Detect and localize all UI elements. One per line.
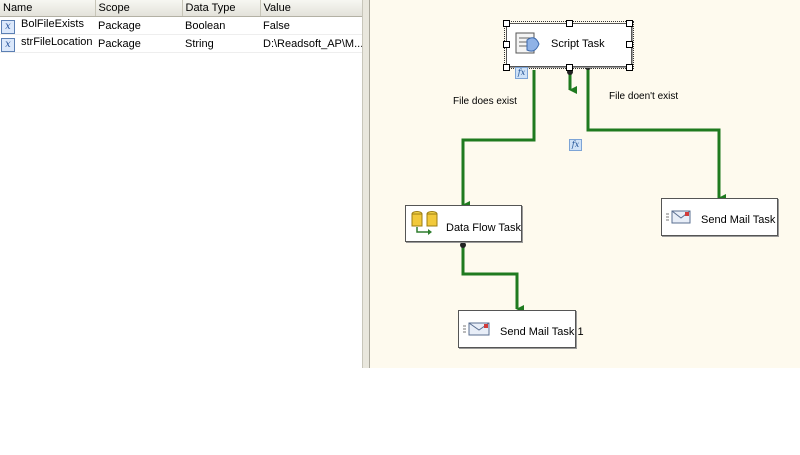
selection-handle[interactable]: [566, 64, 573, 71]
script-icon: [515, 32, 540, 54]
data-flow-icon: [411, 211, 438, 235]
variables-panel: Name Scope Data Type Value x BolFileExist…: [0, 0, 363, 368]
variables-header-row: Name Scope Data Type Value: [0, 0, 363, 17]
mail-icon: [666, 210, 691, 224]
variable-name-cell[interactable]: x strFileLocation: [0, 34, 95, 53]
variable-name: strFileLocation: [21, 35, 93, 48]
variable-data-type[interactable]: String: [182, 34, 260, 53]
table-row[interactable]: x BolFileExists Package Boolean False: [0, 16, 362, 35]
send-mail-task-1[interactable]: Send Mail Task 1: [458, 310, 584, 348]
connector-file-not-exists[interactable]: [585, 64, 726, 202]
variable-data-type[interactable]: Boolean: [182, 16, 260, 35]
selection-handle[interactable]: [566, 20, 573, 27]
connector-file-exists[interactable]: [461, 70, 536, 209]
data-flow-task-label: Data Flow Task: [446, 222, 521, 234]
expression-fx-icon[interactable]: fx: [569, 139, 582, 151]
send-mail-task[interactable]: Send Mail Task: [661, 198, 778, 236]
variable-value[interactable]: False: [260, 16, 362, 35]
variable-x-icon: x: [1, 19, 15, 34]
script-task-label: Script Task: [551, 38, 605, 50]
selection-handle[interactable]: [503, 64, 510, 71]
selection-handle[interactable]: [626, 64, 633, 71]
column-header-scope[interactable]: Scope: [95, 0, 183, 17]
column-header-data-type[interactable]: Data Type: [182, 0, 261, 17]
send-mail-task-1-label: Send Mail Task 1: [500, 326, 584, 338]
variable-scope[interactable]: Package: [95, 34, 182, 53]
connector-dataflow-to-sendmail1[interactable]: [460, 242, 524, 313]
variable-name-cell[interactable]: x BolFileExists: [0, 16, 95, 35]
data-flow-task[interactable]: Data Flow Task: [405, 205, 522, 242]
variable-value[interactable]: D:\Readsoft_AP\M...: [260, 34, 362, 53]
column-header-value[interactable]: Value: [260, 0, 363, 17]
selection-handle[interactable]: [503, 20, 510, 27]
variable-scope[interactable]: Package: [95, 16, 182, 35]
table-row[interactable]: x strFileLocation Package String D:\Reads…: [0, 34, 362, 53]
control-flow-canvas[interactable]: Script Task fx fx File does exist File d…: [370, 0, 800, 368]
column-header-name[interactable]: Name: [0, 0, 96, 17]
variable-x-icon: x: [1, 37, 15, 52]
selection-handle[interactable]: [626, 41, 633, 48]
mail-icon: [463, 322, 490, 336]
panel-splitter[interactable]: [362, 0, 370, 368]
connector-label-file-exists: File does exist: [453, 96, 517, 107]
expression-fx-icon[interactable]: fx: [515, 67, 528, 79]
send-mail-task-label: Send Mail Task: [701, 214, 776, 226]
connector-label-file-not-exists: File doen't exist: [609, 91, 679, 102]
variable-name: BolFileExists: [21, 17, 84, 30]
selection-handle[interactable]: [503, 41, 510, 48]
selection-handle[interactable]: [626, 20, 633, 27]
variables-grid: Name Scope Data Type Value x BolFileExist…: [0, 0, 363, 53]
connector-handle[interactable]: [567, 69, 577, 94]
script-task[interactable]: Script Task: [504, 21, 634, 69]
